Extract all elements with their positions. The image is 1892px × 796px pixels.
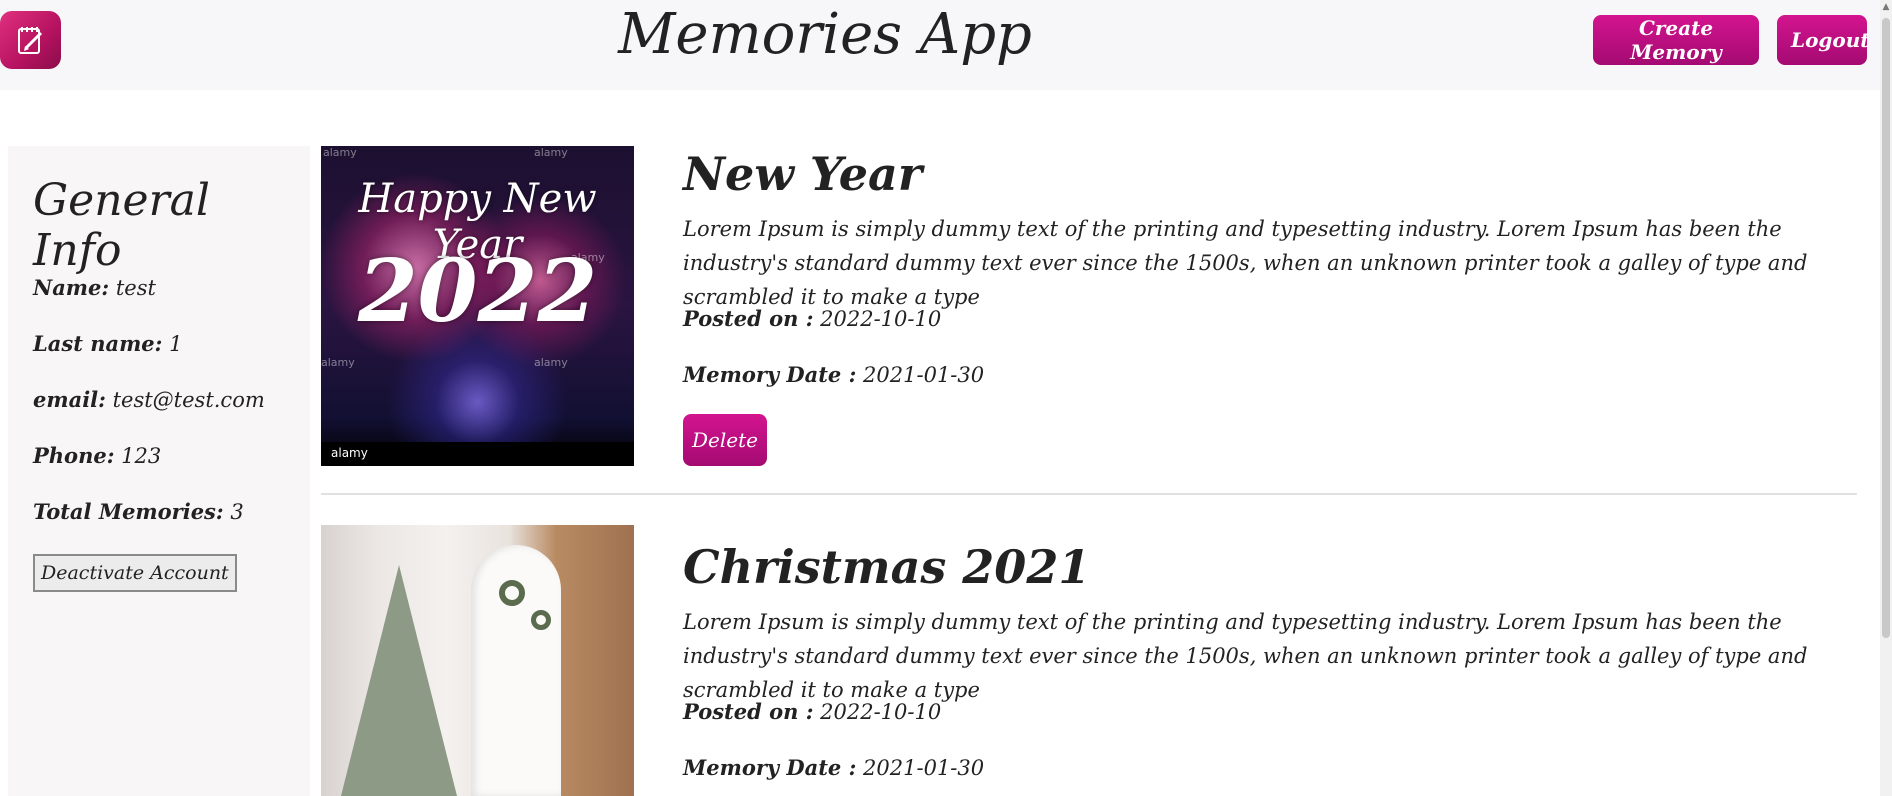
- posted-on-value: 2022-10-10: [820, 307, 942, 331]
- info-last-name-row: Last name: 1: [33, 330, 182, 358]
- memory-divider: [321, 493, 1857, 495]
- app-title: Memories App: [618, 2, 1032, 67]
- image-watermark: alamy: [323, 146, 357, 159]
- info-phone-value: 123: [121, 444, 162, 468]
- image-watermark: alamy: [534, 146, 568, 159]
- memory-posted-on: Posted on : 2022-10-10: [683, 697, 941, 727]
- christmas-tree-icon: [341, 565, 457, 796]
- info-email-label: email:: [33, 387, 106, 412]
- scroll-up-arrow-icon[interactable]: ▲: [1881, 1, 1891, 13]
- info-name-label: Name:: [33, 275, 110, 300]
- memory-image-christmas: [321, 525, 634, 796]
- image-watermark: alamy: [571, 251, 605, 264]
- info-last-name-label: Last name:: [33, 331, 163, 356]
- memory-date-label: Memory Date :: [683, 362, 857, 387]
- deactivate-account-button[interactable]: Deactivate Account: [33, 554, 237, 592]
- memory-posted-on: Posted on : 2022-10-10: [683, 304, 941, 334]
- top-navbar: Memories App Create Memory Logout: [0, 0, 1880, 90]
- memory-title: Christmas 2021: [683, 540, 1091, 594]
- memory-date: Memory Date : 2021-01-30: [683, 753, 984, 783]
- posted-on-value: 2022-10-10: [820, 700, 942, 724]
- info-total-memories-label: Total Memories:: [33, 499, 224, 524]
- wreath-icon: [499, 580, 525, 606]
- memory-title: New Year: [683, 147, 923, 201]
- image-watermark: alamy: [534, 356, 568, 369]
- info-phone-row: Phone: 123: [33, 442, 161, 470]
- memory-date-value: 2021-01-30: [863, 756, 985, 780]
- logout-button[interactable]: Logout: [1777, 15, 1870, 65]
- memory-date-value: 2021-01-30: [863, 363, 985, 387]
- info-phone-label: Phone:: [33, 443, 115, 468]
- info-total-memories-row: Total Memories: 3: [33, 498, 244, 526]
- posted-on-label: Posted on :: [683, 699, 814, 724]
- create-memory-button[interactable]: Create Memory: [1593, 15, 1759, 65]
- scrollbar-thumb[interactable]: [1882, 18, 1890, 638]
- memory-description: Lorem Ipsum is simply dummy text of the …: [683, 610, 1808, 702]
- image-watermark-logo: alamy: [331, 446, 368, 460]
- info-email-row: email: test@test.com: [33, 386, 265, 414]
- info-email-value: test@test.com: [112, 388, 265, 412]
- page-scrollbar[interactable]: ▲: [1880, 0, 1892, 796]
- wreath-icon: [531, 610, 551, 630]
- memory-date: Memory Date : 2021-01-30: [683, 360, 984, 390]
- info-total-memories-value: 3: [230, 500, 244, 524]
- memory-description: Lorem Ipsum is simply dummy text of the …: [683, 217, 1808, 309]
- general-info-title: General Info: [33, 175, 210, 276]
- info-name-row: Name: test: [33, 274, 156, 302]
- image-watermark: alamy: [321, 356, 355, 369]
- memory-date-label: Memory Date :: [683, 755, 857, 780]
- delete-memory-button[interactable]: Delete: [683, 414, 767, 466]
- general-info-panel: General Info Name: test Last name: 1 ema…: [8, 146, 310, 796]
- posted-on-label: Posted on :: [683, 306, 814, 331]
- image-bottom-strip: alamy: [321, 442, 634, 466]
- info-last-name-value: 1: [169, 332, 183, 356]
- memory-image-new-year: Happy New Year 2022 alamy alamy alamy al…: [321, 146, 634, 466]
- info-name-value: test: [115, 276, 156, 300]
